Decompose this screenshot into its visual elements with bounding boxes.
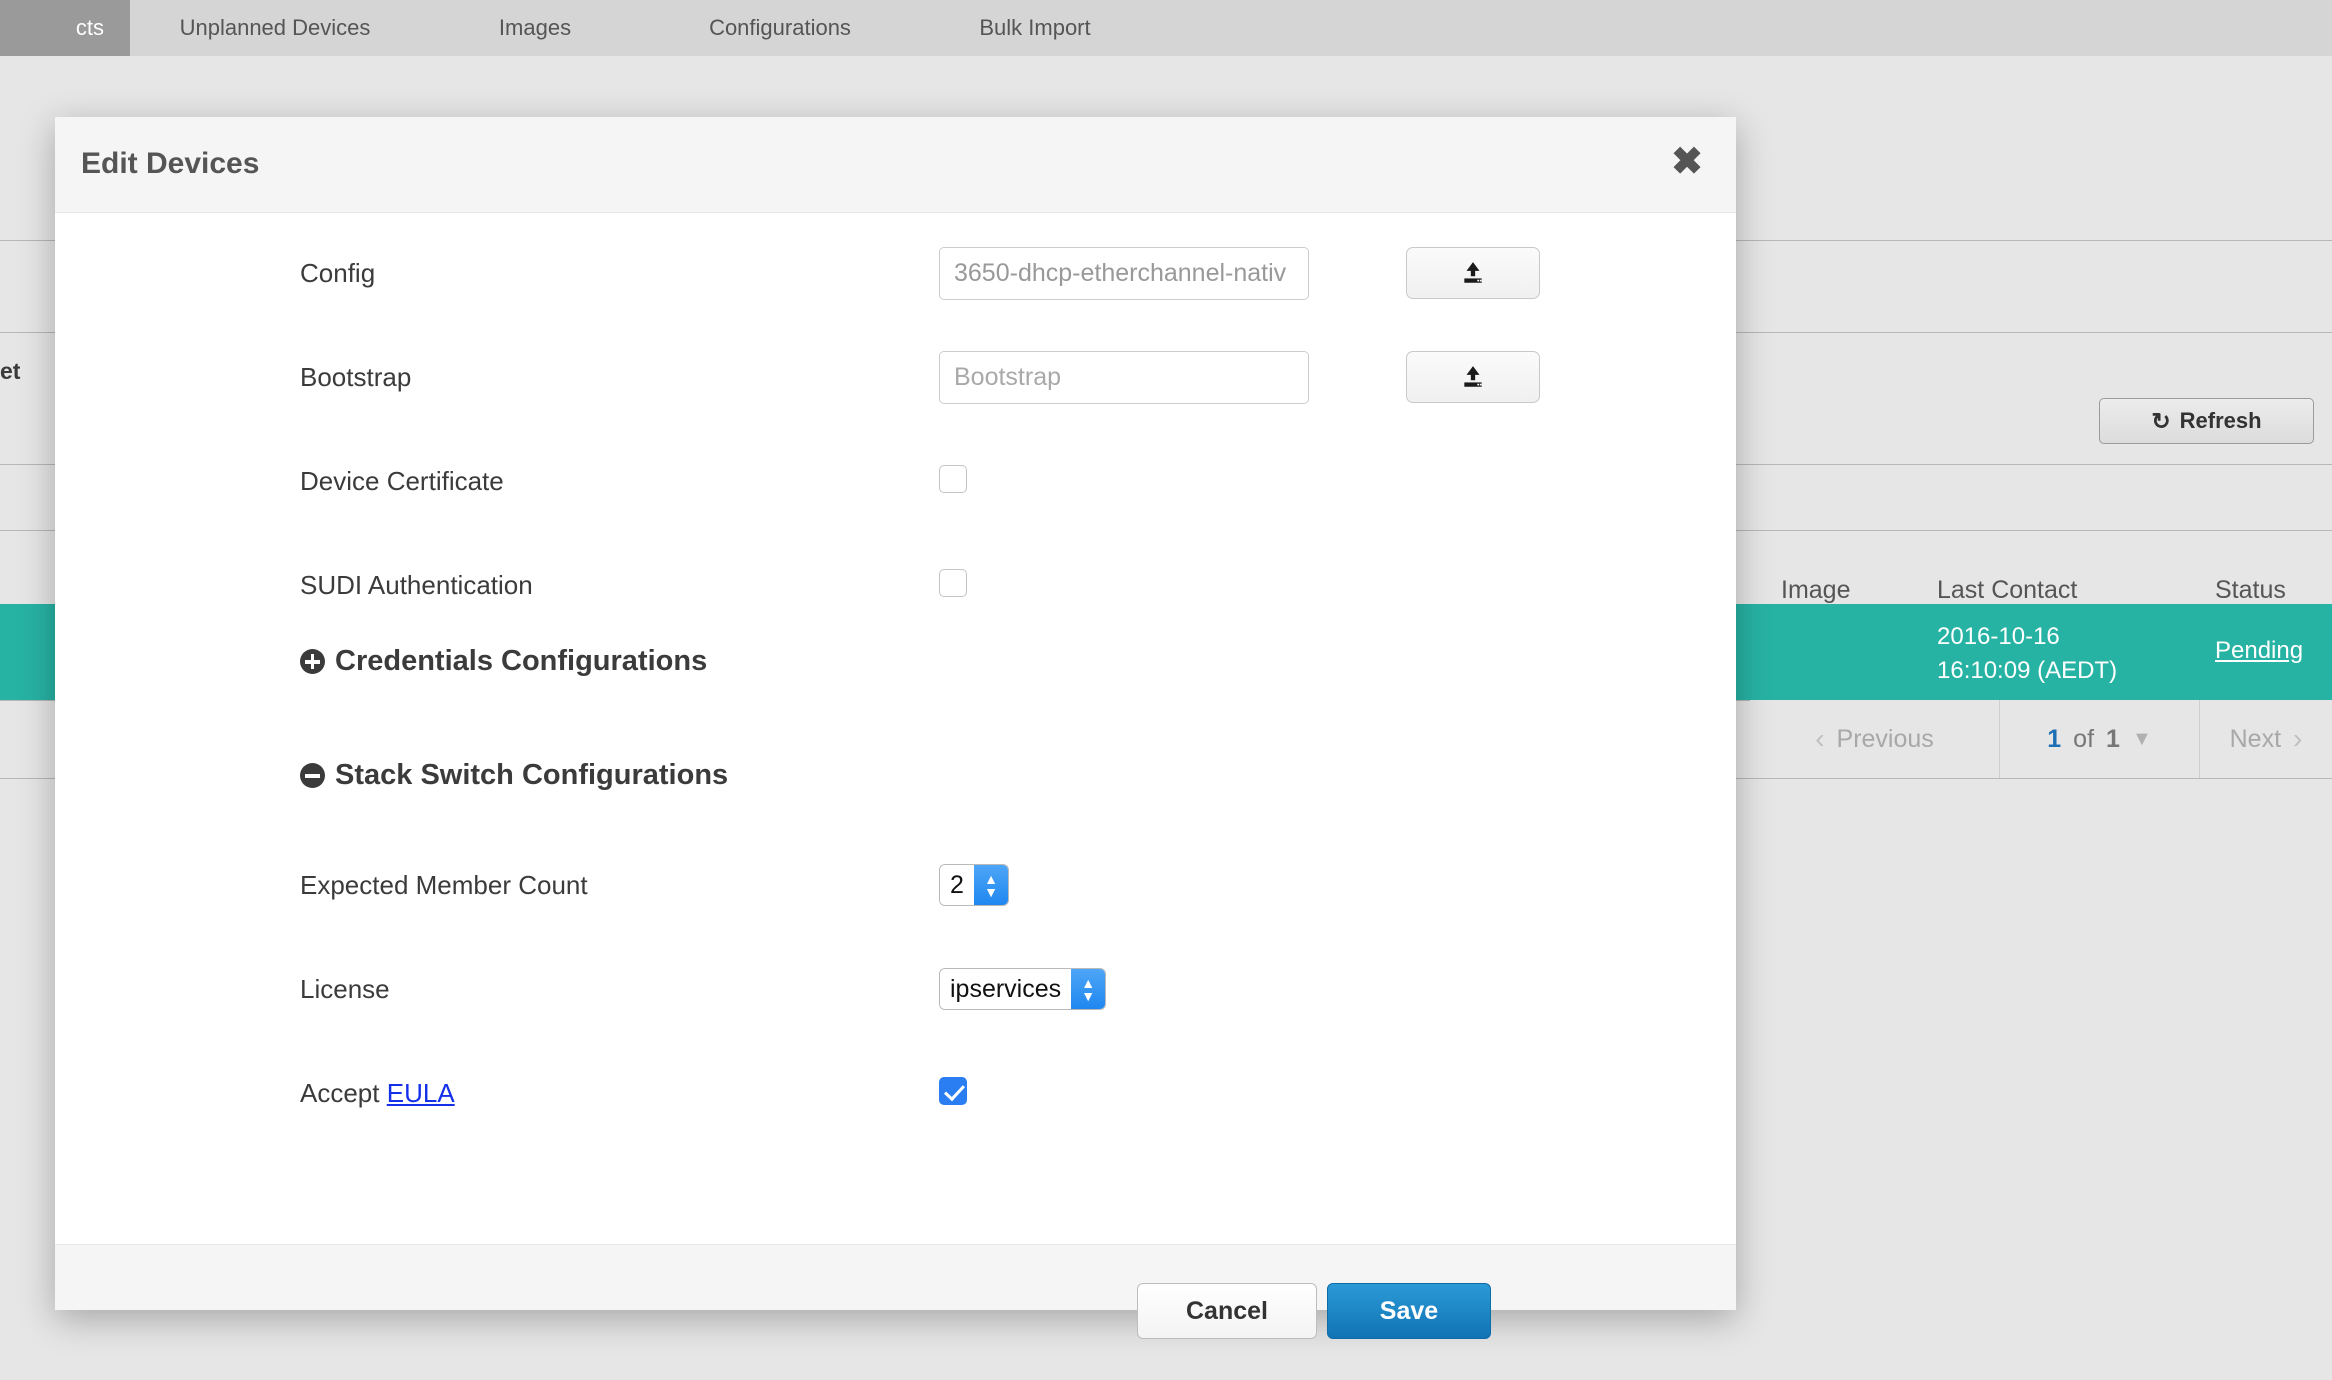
license-selected-value: ipservices	[940, 969, 1072, 1009]
accept-label-prefix: Accept	[300, 1077, 380, 1108]
form-row-accept-eula: Accept EULA	[55, 1041, 1736, 1145]
stepper-arrows-icon[interactable]: ▲ ▼	[974, 865, 1008, 905]
config-upload-button[interactable]	[1406, 247, 1540, 299]
form-row-sudi-authentication: SUDI Authentication	[55, 533, 1736, 637]
expected-member-count-control: 2 ▲ ▼	[939, 864, 1009, 906]
device-certificate-control	[939, 464, 967, 498]
modal-header: Edit Devices ✖	[55, 117, 1736, 213]
bootstrap-control	[939, 350, 1309, 404]
section-header-stack-switch-configurations[interactable]: Stack Switch Configurations	[300, 759, 728, 792]
cancel-button[interactable]: Cancel	[1137, 1283, 1317, 1339]
section-header-label: Credentials Configurations	[335, 645, 708, 677]
expected-member-count-label: Expected Member Count	[300, 869, 588, 900]
minus-circle-icon	[300, 763, 325, 788]
license-control: ipservices ▲ ▼	[939, 968, 1107, 1010]
close-icon[interactable]: ✖	[1664, 139, 1710, 185]
caret-down-icon: ▼	[1081, 987, 1096, 1004]
modal-body: Config Bootstrap	[55, 213, 1736, 1339]
plus-circle-icon	[300, 649, 325, 674]
config-control	[939, 246, 1309, 300]
form-row-config: Config	[55, 221, 1736, 325]
accept-eula-control	[939, 1076, 967, 1110]
form-row-bootstrap: Bootstrap	[55, 325, 1736, 429]
upload-icon	[1464, 262, 1482, 283]
modal-action-buttons: Cancel Save	[1137, 1283, 1491, 1339]
form-row-expected-member-count: Expected Member Count 2 ▲ ▼	[55, 833, 1736, 937]
form-row-license: License ipservices ▲ ▼	[55, 937, 1736, 1041]
bootstrap-upload-button[interactable]	[1406, 351, 1540, 403]
config-input[interactable]	[939, 246, 1309, 300]
section-header-label: Stack Switch Configurations	[335, 759, 729, 791]
expected-member-count-stepper[interactable]: 2 ▲ ▼	[939, 864, 1009, 906]
modal-title: Edit Devices	[81, 147, 260, 180]
caret-up-icon: ▲	[1081, 974, 1096, 991]
license-select[interactable]: ipservices ▲ ▼	[939, 968, 1107, 1010]
sudi-authentication-control	[939, 568, 967, 602]
bootstrap-label: Bootstrap	[300, 361, 412, 392]
expected-member-count-value: 2	[940, 865, 974, 905]
section-header-credentials-configurations[interactable]: Credentials Configurations	[300, 645, 707, 678]
license-label: License	[300, 973, 390, 1004]
edit-devices-modal: Edit Devices ✖ Config Bootstrap	[55, 117, 1736, 1339]
eula-link[interactable]: EULA	[387, 1078, 455, 1108]
sudi-authentication-label: SUDI Authentication	[300, 569, 533, 600]
form-row-device-certificate: Device Certificate	[55, 429, 1736, 533]
device-certificate-checkbox[interactable]	[939, 464, 967, 493]
accept-eula-label: Accept EULA	[300, 1078, 455, 1109]
save-button[interactable]: Save	[1327, 1283, 1491, 1339]
caret-down-icon: ▼	[984, 883, 998, 900]
upload-icon	[1464, 366, 1482, 387]
caret-up-icon: ▲	[984, 870, 998, 887]
accept-eula-checkbox[interactable]	[939, 1076, 967, 1105]
device-certificate-label: Device Certificate	[300, 465, 504, 496]
config-label: Config	[300, 257, 376, 288]
sudi-authentication-checkbox[interactable]	[939, 568, 967, 597]
bootstrap-input[interactable]	[939, 350, 1309, 404]
select-arrows-icon[interactable]: ▲ ▼	[1071, 969, 1106, 1009]
